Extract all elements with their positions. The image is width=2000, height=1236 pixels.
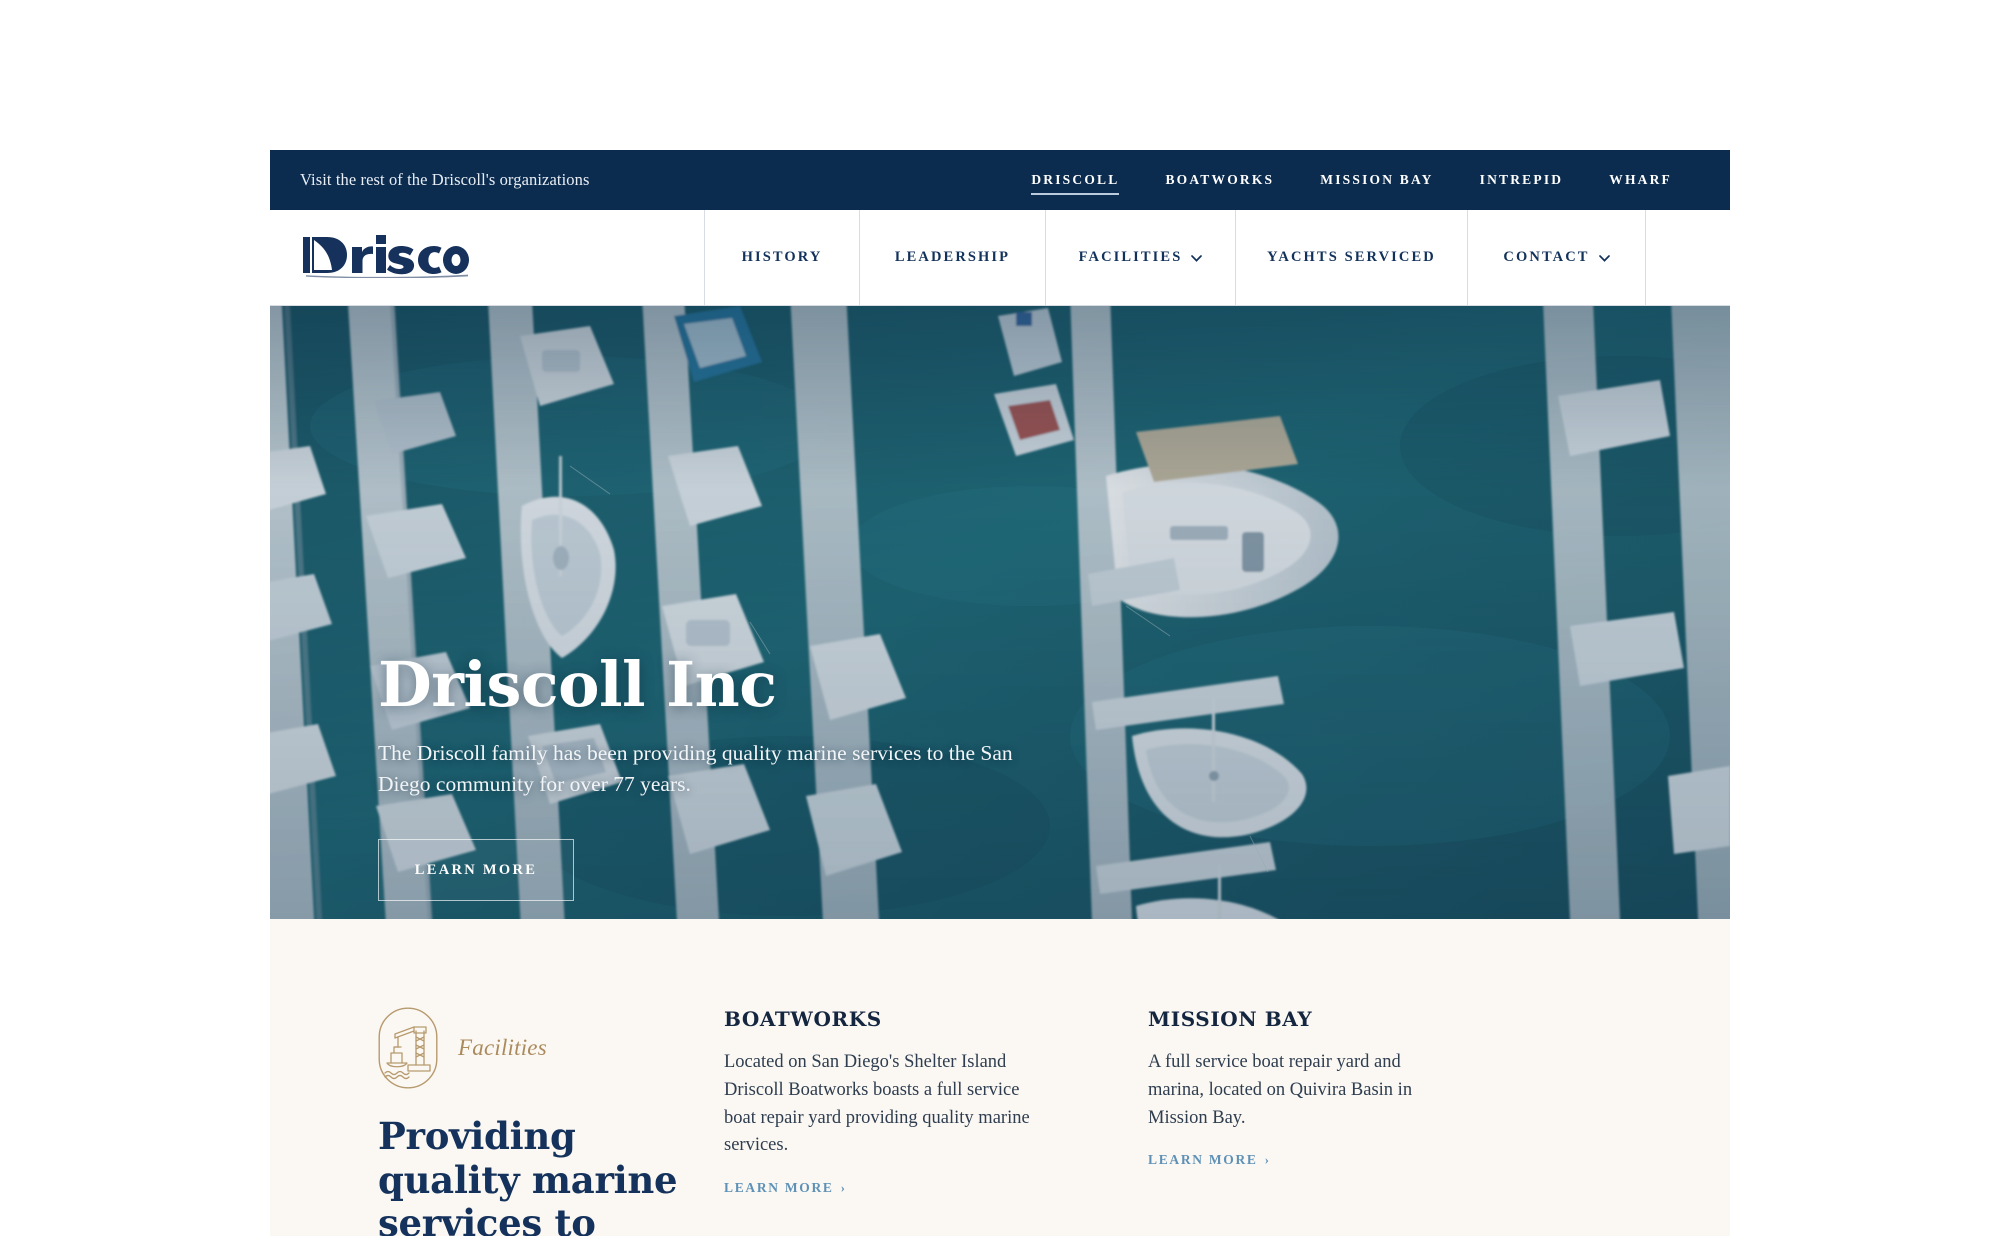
nav-item-history[interactable]: HISTORY <box>704 210 859 305</box>
nav-item-leadership-label: LEADERSHIP <box>894 249 1011 265</box>
facility-card-mission-bay: MISSION BAY A full service boat repair y… <box>1148 1007 1506 1236</box>
facility-card-title: MISSION BAY <box>1148 1007 1313 1031</box>
hero-title: Driscoll Inc <box>378 648 777 721</box>
hero-learn-more-button[interactable]: LEARN MORE <box>378 839 574 902</box>
topbar-tagline: Visit the rest of the Driscoll's organiz… <box>300 170 590 189</box>
hero-section: Driscoll Inc The Driscoll family has bee… <box>270 306 1730 919</box>
logo-cell[interactable] <box>270 210 704 305</box>
main-navigation: HISTORY LEADERSHIP FACILITIES YACHTS SER… <box>270 210 1730 306</box>
nav-empty-cell <box>1645 210 1730 305</box>
nav-item-leadership[interactable]: LEADERSHIP <box>859 210 1045 305</box>
facility-card-title: BOATWORKS <box>724 1007 882 1031</box>
utility-topbar: Visit the rest of the Driscoll's organiz… <box>270 150 1730 210</box>
nav-item-yachts-serviced-label: YACHTS SERVICED <box>1267 249 1436 265</box>
topbar-link-mission-bay[interactable]: MISSION BAY <box>1297 168 1456 193</box>
facilities-eyebrow-label: Facilities <box>458 1035 547 1060</box>
chevron-down-icon <box>1191 255 1203 262</box>
facilities-heading: Providing quality marine services to <box>378 1114 678 1236</box>
nav-item-group: HISTORY LEADERSHIP FACILITIES YACHTS SER… <box>704 210 1730 305</box>
facility-card-boatworks: BOATWORKS Located on San Diego's Shelter… <box>724 1007 1082 1236</box>
facilities-eyebrow-row: Facilities <box>378 1007 724 1089</box>
facility-card-body: A full service boat repair yard and mari… <box>1148 1052 1413 1128</box>
hero-content: Driscoll Inc The Driscoll family has bee… <box>378 648 1078 902</box>
facility-card-body: Located on San Diego's Shelter Island Dr… <box>724 1052 1030 1156</box>
topbar-link-driscoll[interactable]: DRISCOLL <box>1008 168 1142 195</box>
hero-subtitle: The Driscoll family has been providing q… <box>378 741 1013 796</box>
nav-item-history-label: HISTORY <box>741 249 823 265</box>
facility-card-learn-more-label: LEARN MORE <box>1148 1152 1258 1168</box>
topbar-link-group: DRISCOLL BOATWORKS MISSION BAY INTREPID … <box>1008 168 1695 195</box>
page-root: Visit the rest of the Driscoll's organiz… <box>270 150 1730 1236</box>
nav-item-contact-label: CONTACT <box>1503 249 1590 265</box>
nav-item-contact[interactable]: CONTACT <box>1467 210 1645 305</box>
topbar-link-boatworks[interactable]: BOATWORKS <box>1142 168 1297 193</box>
chevron-down-icon <box>1598 255 1610 262</box>
chevron-right-icon: › <box>1264 1151 1271 1167</box>
shipyard-crane-icon <box>378 1007 438 1089</box>
topbar-link-wharf[interactable]: WHARF <box>1586 168 1695 193</box>
chevron-right-icon: › <box>840 1179 847 1195</box>
driscoll-logo[interactable] <box>300 232 496 283</box>
facilities-section: Facilities Providing quality marine serv… <box>270 919 1730 1236</box>
facility-card-learn-more-link[interactable]: LEARN MORE › <box>1148 1152 1271 1168</box>
facility-card-learn-more-label: LEARN MORE <box>724 1180 834 1195</box>
topbar-link-intrepid[interactable]: INTREPID <box>1457 168 1587 193</box>
nav-item-facilities-label: FACILITIES <box>1078 249 1183 265</box>
facility-card-learn-more-link[interactable]: LEARN MORE › <box>724 1180 847 1196</box>
nav-item-yachts-serviced[interactable]: YACHTS SERVICED <box>1235 210 1467 305</box>
facilities-intro-column: Facilities Providing quality marine serv… <box>300 1007 724 1236</box>
nav-item-facilities[interactable]: FACILITIES <box>1045 210 1235 305</box>
